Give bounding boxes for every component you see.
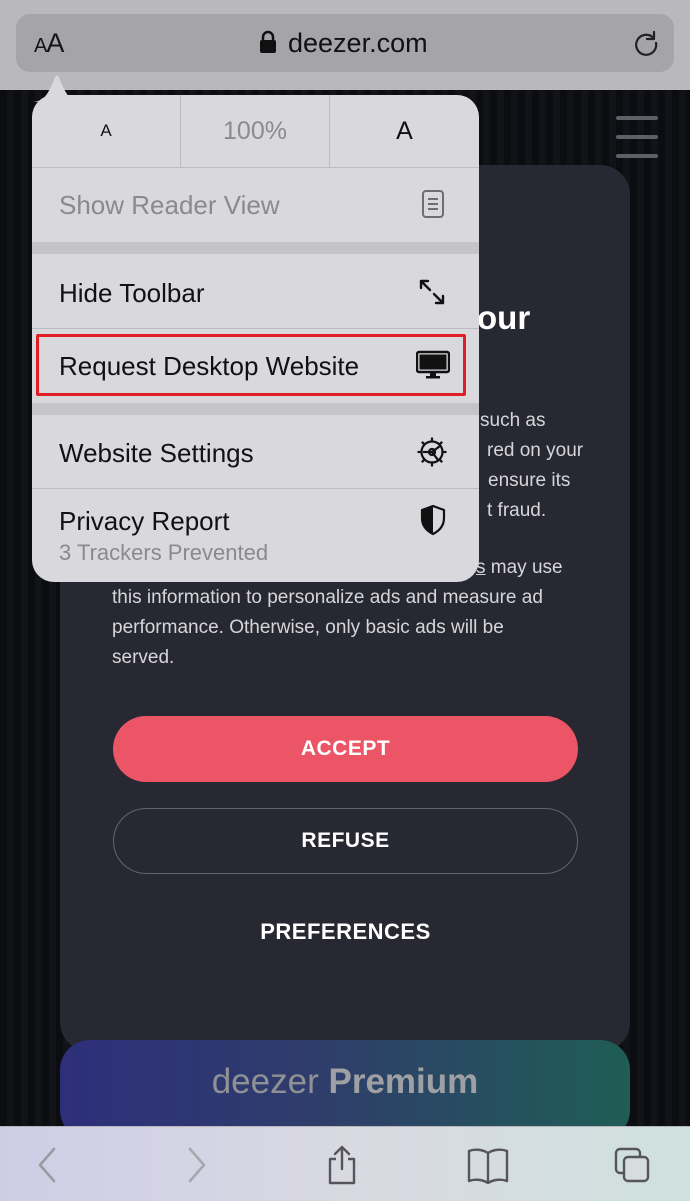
reload-icon[interactable] <box>633 30 659 56</box>
accept-button[interactable]: ACCEPT <box>113 716 578 782</box>
card-text-line: such as <box>480 410 546 431</box>
card-text-line: t fraud. <box>487 500 547 521</box>
zoom-level[interactable]: 100% <box>181 95 330 167</box>
highlight-annotation <box>36 334 466 396</box>
card-text-line: s may use <box>476 553 563 583</box>
aa-small-label: A <box>34 35 47 57</box>
share-icon[interactable] <box>322 1145 362 1185</box>
menu-item-label: Website Settings <box>59 438 254 468</box>
menu-item-label: Hide Toolbar <box>59 278 205 308</box>
menu-separator <box>32 242 479 254</box>
menu-item-hide-toolbar[interactable]: Hide Toolbar <box>32 254 479 328</box>
browser-top-bar: AA deezer.com <box>0 0 690 90</box>
address-bar[interactable]: AA deezer.com <box>16 14 674 72</box>
increase-text-size-button[interactable]: A <box>330 95 479 167</box>
page-settings-button[interactable]: AA <box>34 28 64 58</box>
shield-icon <box>420 504 446 536</box>
hamburger-menu-icon[interactable] <box>616 116 658 158</box>
card-text-line: this information to personalize ads and … <box>112 587 543 608</box>
lock-icon <box>260 30 276 53</box>
refuse-button[interactable]: REFUSE <box>113 808 578 874</box>
card-text-fragment: may use <box>485 557 563 578</box>
reader-view-icon <box>422 190 444 218</box>
premium-logo: deezer Premium <box>60 1062 630 1102</box>
premium-banner[interactable]: deezer Premium <box>60 1040 630 1140</box>
zoom-controls: A 100% A <box>32 95 479 168</box>
menu-separator <box>32 403 479 415</box>
forward-icon[interactable] <box>176 1145 216 1185</box>
card-text-line: performance. Otherwise, only basic ads w… <box>112 617 504 638</box>
card-heading: our <box>477 299 531 336</box>
aa-large-label: A <box>46 28 64 58</box>
bookmarks-icon[interactable] <box>466 1145 510 1185</box>
back-icon[interactable] <box>28 1145 68 1185</box>
card-text-line: red on your <box>487 440 584 461</box>
gear-icon <box>417 437 447 467</box>
premium-tier: Premium <box>328 1062 479 1101</box>
menu-item-privacy-report[interactable]: Privacy Report 3 Trackers Prevented <box>32 489 479 582</box>
browser-bottom-toolbar <box>0 1126 690 1201</box>
menu-item-sublabel: 3 Trackers Prevented <box>59 540 269 565</box>
card-text-line: served. <box>112 647 175 668</box>
menu-item-label: Show Reader View <box>59 190 280 220</box>
expand-arrows-icon <box>419 279 445 305</box>
menu-item-website-settings[interactable]: Website Settings <box>32 415 479 488</box>
tabs-icon[interactable] <box>612 1145 652 1185</box>
card-text-line: ensure its <box>488 470 571 491</box>
preferences-button[interactable]: PREFERENCES <box>113 910 578 954</box>
decrease-text-size-button[interactable]: A <box>32 95 181 167</box>
premium-brand: deezer <box>211 1062 319 1101</box>
url-text: deezer.com <box>288 28 428 58</box>
menu-item-label: Privacy Report <box>59 506 230 536</box>
menu-item-reader-view[interactable]: Show Reader View <box>32 168 479 242</box>
